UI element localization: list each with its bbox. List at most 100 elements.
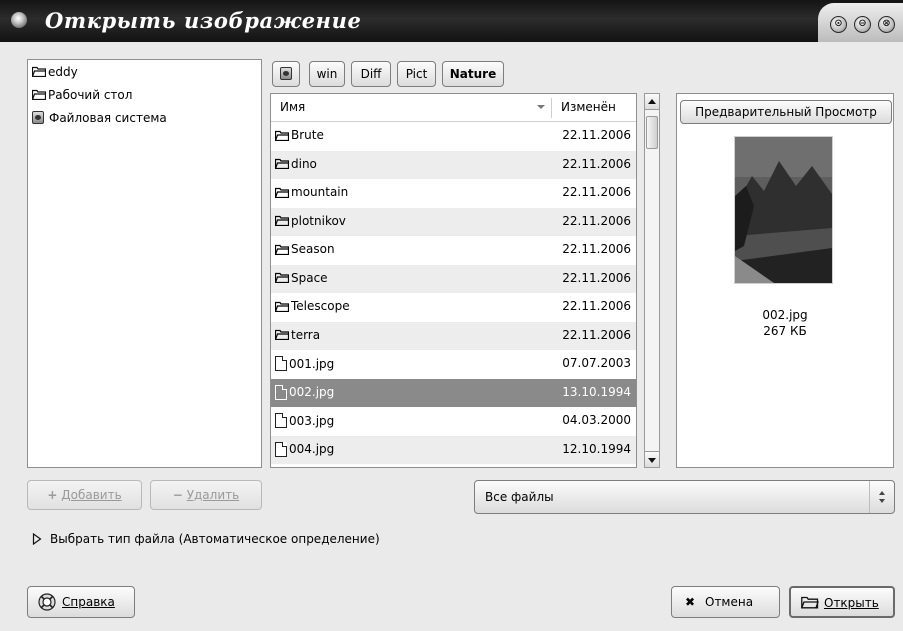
path-segment-pict[interactable]: Pict [397,61,436,87]
file-row-name-cell: dino [275,157,317,171]
file-row[interactable]: terra 22.11.2006 [271,321,636,350]
file-name: Telescope [291,299,350,313]
file-list-header: Имя Изменён [271,94,636,122]
file-modified-date: 13.10.1994 [562,384,631,399]
folder-icon [275,272,289,283]
window-controls: ⊙ ⊖ ⊗ [818,3,903,42]
file-row[interactable]: dino 22.11.2006 [271,150,636,179]
file-chooser-dialog: eddy Рабочий стол Файловая система win D… [0,42,903,631]
expander-arrow-icon [32,533,42,545]
combo-arrows-icon [869,481,894,513]
cancel-button[interactable]: ✖ Отмена [671,586,780,618]
file-filter-value: Все файлы [485,490,554,504]
open-folder-icon [801,596,819,609]
file-name: terra [291,327,321,342]
file-row-name-cell: 003.jpg [275,413,334,428]
file-icon [275,441,287,457]
file-row-name-cell: Season [275,242,335,256]
cancel-label: Отмена [705,595,754,609]
file-row[interactable]: Brute 22.11.2006 [271,122,636,151]
folder-icon [275,329,289,340]
file-modified-date: 12.10.1994 [562,441,631,456]
file-row-name-cell: 004.jpg [275,441,334,457]
file-row[interactable]: 001.jpg 07.07.2003 [271,350,636,379]
plus-icon: + [47,488,58,502]
path-root-button[interactable] [272,61,300,87]
file-row[interactable]: 004.jpg 12.10.1994 [271,435,636,464]
help-button[interactable]: Справка [27,586,135,618]
file-row[interactable]: Season 22.11.2006 [271,236,636,265]
file-name: 003.jpg [289,413,335,428]
scroll-up-button[interactable] [645,94,659,110]
file-icon [275,356,287,371]
folder-icon [32,66,46,77]
file-list-scrollbar[interactable] [644,93,660,468]
preview-thumbnail [734,136,833,284]
remove-bookmark-button[interactable]: − Удалить [150,480,262,510]
remove-bookmark-label: Удалить [186,488,240,502]
file-row-name-cell: mountain [275,185,348,199]
file-icon [275,413,287,428]
open-label: Открыть [824,596,879,610]
file-modified-date: 22.11.2006 [562,156,631,171]
sort-descending-icon [537,105,545,109]
file-modified-date: 22.11.2006 [562,327,631,342]
folder-icon [275,187,289,198]
file-name: Space [291,270,328,285]
scroll-down-button[interactable] [645,451,659,467]
column-header-name[interactable]: Имя [280,100,305,114]
column-separator [551,98,552,118]
add-bookmark-button[interactable]: + Добавить [27,480,142,510]
place-label: eddy [48,64,78,79]
file-row[interactable]: Telescope 22.11.2006 [271,293,636,322]
file-row-name-cell: Brute [275,128,324,142]
cancel-x-icon: ✖ [685,595,696,609]
file-row-name-cell: terra [275,328,320,342]
file-modified-date: 22.11.2006 [562,242,631,256]
file-modified-date: 22.11.2006 [562,270,631,285]
file-name: Brute [291,128,324,142]
file-row[interactable]: mountain 22.11.2006 [271,179,636,208]
file-row[interactable]: 002.jpg 13.10.1994 [271,378,636,407]
open-button[interactable]: Открыть [789,586,895,618]
arrow-up-icon [648,99,656,104]
close-button[interactable]: ⊗ [878,16,895,33]
file-rows: Brute 22.11.2006 dino 22.11.2006 mountain 22.… [271,122,636,464]
place-item-home[interactable]: eddy [28,60,261,83]
window-title: Открыть изображение [45,8,362,33]
place-item-filesystem[interactable]: Файловая система [28,106,261,129]
arrow-down-icon [648,458,656,463]
scroll-thumb[interactable] [646,116,658,149]
places-sidebar: eddy Рабочий стол Файловая система [27,59,262,468]
minimize-button[interactable]: ⊙ [830,16,847,33]
folder-icon [275,158,289,169]
file-filter-combo[interactable]: Все файлы [474,480,895,514]
drive-icon [32,111,44,124]
folder-icon [275,130,289,141]
help-label: Справка [62,595,115,609]
file-name: mountain [291,185,349,199]
file-row[interactable]: 003.jpg 04.03.2000 [271,407,636,436]
file-row[interactable]: plotnikov 22.11.2006 [271,207,636,236]
preview-file-size: 267 КБ [763,324,807,338]
title-bar[interactable]: Открыть изображение ⊙ ⊖ ⊗ [0,0,903,42]
path-segment-win[interactable]: win [309,61,345,87]
maximize-button[interactable]: ⊖ [854,16,871,33]
file-row[interactable]: Space 22.11.2006 [271,264,636,293]
preview-header[interactable]: Предварительный Просмотр [680,100,892,124]
place-item-desktop[interactable]: Рабочий стол [28,83,261,106]
file-type-expander[interactable]: Выбрать тип файла (Автоматическое опреде… [32,532,380,546]
path-segment-nature[interactable]: Nature [442,61,504,87]
window-menu-icon[interactable] [11,12,27,28]
file-row-name-cell: Telescope [275,299,350,313]
folder-icon [275,301,289,312]
add-bookmark-label: Добавить [61,488,122,502]
file-modified-date: 22.11.2006 [562,128,631,142]
column-header-modified[interactable]: Изменён [561,100,616,114]
file-list[interactable]: Имя Изменён Brute 22.11.2006 dino 22.11.200… [270,93,637,468]
path-segment-diff[interactable]: Diff [351,61,391,87]
file-name: 002.jpg [289,385,335,399]
file-row-name-cell: plotnikov [275,214,346,228]
preview-panel: Предварительный Просмотр 002.jpg 267 КБ [676,93,894,468]
folder-icon [32,89,46,100]
